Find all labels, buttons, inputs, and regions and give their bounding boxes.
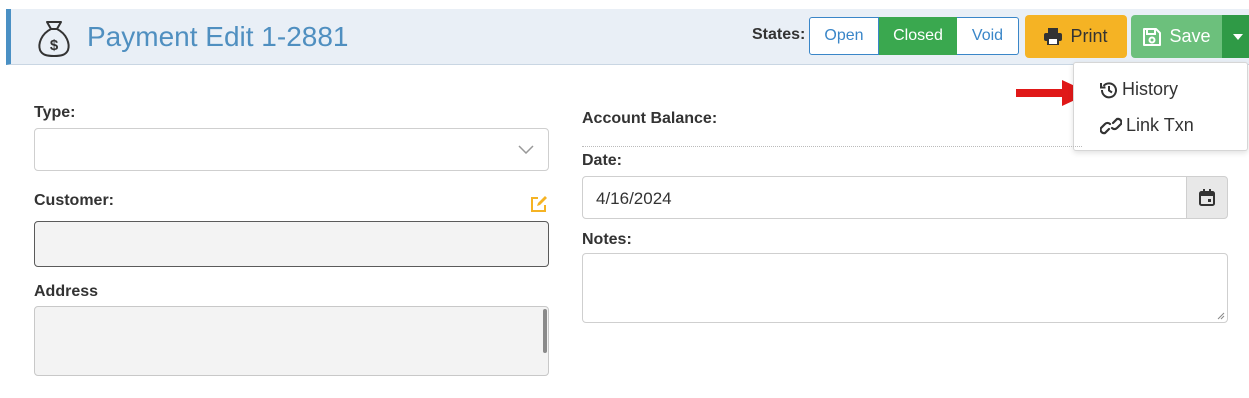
- notes-textarea[interactable]: [582, 253, 1228, 323]
- printer-icon: [1044, 28, 1063, 45]
- customer-field[interactable]: [34, 221, 549, 267]
- address-label: Address: [34, 283, 99, 300]
- notes-label: Notes:: [582, 231, 632, 248]
- type-select[interactable]: [34, 128, 549, 171]
- state-void-button[interactable]: Void: [957, 17, 1019, 55]
- chevron-down-icon: [518, 145, 534, 154]
- floppy-disk-icon: [1143, 27, 1162, 46]
- page-header: $ Payment Edit 1-2881 States: Open Close…: [6, 9, 1249, 65]
- type-label: Type:: [34, 104, 76, 121]
- resize-handle-icon[interactable]: [1217, 312, 1225, 320]
- date-input[interactable]: 4/16/2024: [582, 176, 1187, 219]
- customer-label: Customer:: [34, 192, 115, 209]
- print-label: Print: [1070, 26, 1108, 46]
- date-label: Date:: [582, 152, 623, 169]
- money-bag-icon: $: [38, 21, 70, 57]
- states-label: States:: [752, 26, 806, 43]
- divider: [582, 146, 1082, 147]
- calendar-button[interactable]: [1186, 176, 1228, 219]
- link-txn-label: Link Txn: [1126, 115, 1194, 135]
- save-dropdown-toggle[interactable]: [1222, 15, 1249, 58]
- svg-text:$: $: [50, 37, 59, 54]
- history-icon: [1100, 81, 1117, 98]
- state-closed-button[interactable]: Closed: [879, 17, 957, 55]
- address-scrollbar[interactable]: [543, 309, 547, 353]
- caret-down-icon: [1233, 33, 1243, 40]
- state-open-button[interactable]: Open: [809, 17, 879, 55]
- menu-item-link-txn[interactable]: Link Txn: [1100, 115, 1194, 136]
- menu-item-history[interactable]: History: [1100, 79, 1178, 100]
- edit-icon[interactable]: [530, 195, 549, 213]
- save-label: Save: [1169, 26, 1211, 46]
- page-title: Payment Edit 1-2881: [87, 21, 349, 52]
- save-button[interactable]: Save: [1131, 15, 1223, 58]
- states-toggle-group: Open Closed Void: [809, 17, 1019, 55]
- calendar-icon: [1199, 189, 1215, 206]
- date-value: 4/16/2024: [596, 189, 672, 208]
- save-dropdown-menu: History Link Txn: [1073, 62, 1248, 151]
- print-button[interactable]: Print: [1025, 15, 1127, 58]
- account-balance-label: Account Balance:: [582, 110, 718, 127]
- address-textarea[interactable]: [34, 306, 549, 376]
- link-icon: [1100, 117, 1122, 134]
- history-label: History: [1122, 79, 1179, 99]
